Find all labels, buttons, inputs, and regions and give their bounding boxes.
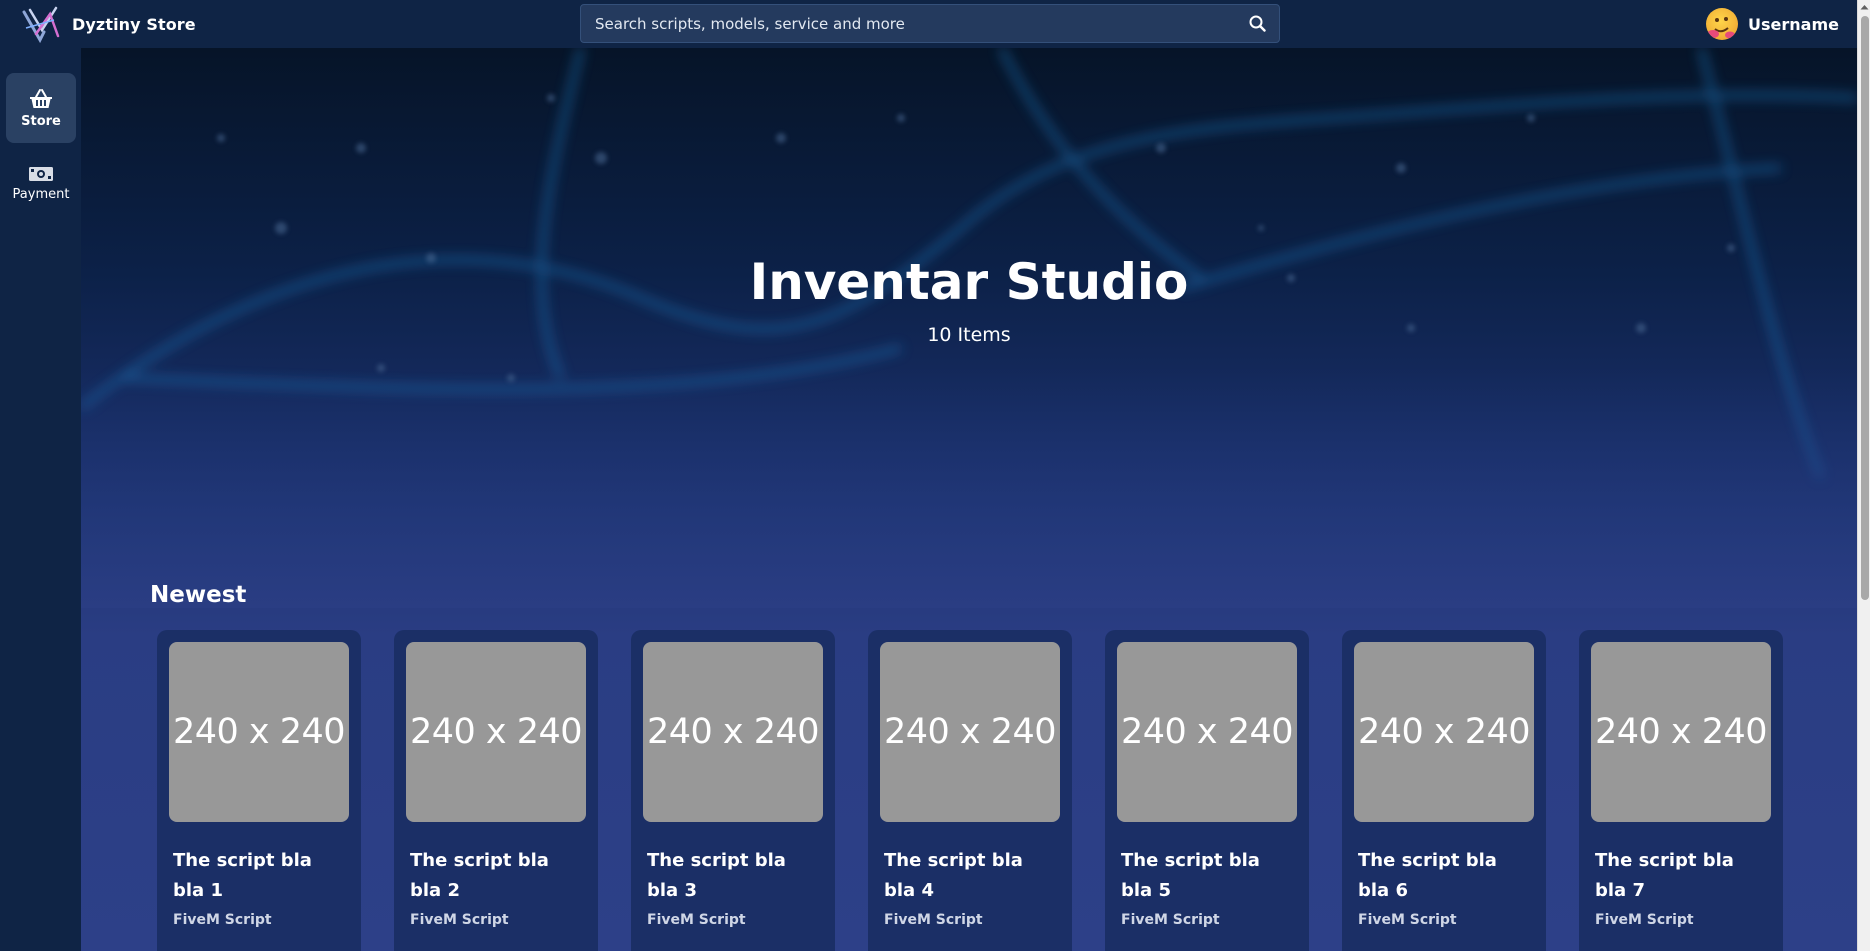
product-category: FiveM Script bbox=[173, 912, 272, 928]
emoji-avatar-icon bbox=[1706, 8, 1739, 40]
username: Username bbox=[1748, 14, 1839, 34]
product-image-placeholder: 240 x 240 bbox=[169, 642, 349, 822]
sidebar-item-store[interactable]: Store bbox=[6, 73, 76, 143]
product-image-placeholder: 240 x 240 bbox=[880, 642, 1060, 822]
main-content: Inventar Studio 10 Items Newest 240 x 24… bbox=[81, 48, 1857, 951]
section-title-newest: Newest bbox=[150, 582, 247, 608]
product-card[interactable]: 240 x 240 The script bla bla 3 FiveM Scr… bbox=[631, 630, 835, 951]
shopping-basket-icon bbox=[30, 88, 52, 108]
brand[interactable]: Dyztiny Store bbox=[20, 4, 196, 44]
product-image-placeholder: 240 x 240 bbox=[1117, 642, 1297, 822]
page-scrollbar[interactable] bbox=[1857, 0, 1870, 951]
product-title: The script bla bla 1 bbox=[173, 850, 312, 901]
scroll-up-arrow-icon[interactable] bbox=[1858, 0, 1870, 14]
user-menu[interactable]: Username bbox=[1706, 6, 1839, 42]
item-count: 10 Items bbox=[927, 324, 1011, 346]
product-card[interactable]: 240 x 240 The script bla bla 4 FiveM Scr… bbox=[868, 630, 1072, 951]
product-category: FiveM Script bbox=[1121, 912, 1220, 928]
product-category: FiveM Script bbox=[1358, 912, 1457, 928]
product-card[interactable]: 240 x 240 The script bla bla 6 FiveM Scr… bbox=[1342, 630, 1546, 951]
product-image-placeholder: 240 x 240 bbox=[1354, 642, 1534, 822]
search-bar bbox=[580, 4, 1280, 43]
sidebar: Store Payment bbox=[0, 48, 81, 951]
product-card[interactable]: 240 x 240 The script bla bla 5 FiveM Scr… bbox=[1105, 630, 1309, 951]
scrollbar-thumb[interactable] bbox=[1861, 16, 1869, 600]
product-image-placeholder: 240 x 240 bbox=[643, 642, 823, 822]
product-category: FiveM Script bbox=[410, 912, 509, 928]
sidebar-item-payment[interactable]: Payment bbox=[6, 148, 76, 218]
product-title: The script bla bla 2 bbox=[410, 850, 549, 901]
sidebar-item-label: Payment bbox=[12, 186, 70, 202]
product-title: The script bla bla 4 bbox=[884, 850, 1023, 901]
product-title: The script bla bla 6 bbox=[1358, 850, 1497, 901]
search-icon bbox=[1249, 15, 1266, 32]
product-image-placeholder: 240 x 240 bbox=[406, 642, 586, 822]
product-category: FiveM Script bbox=[647, 912, 746, 928]
product-category: FiveM Script bbox=[1595, 912, 1694, 928]
product-card[interactable]: 240 x 240 The script bla bla 2 FiveM Scr… bbox=[394, 630, 598, 951]
product-title: The script bla bla 7 bbox=[1595, 850, 1734, 901]
product-title: The script bla bla 5 bbox=[1121, 850, 1260, 901]
product-category: FiveM Script bbox=[884, 912, 983, 928]
product-image-placeholder: 240 x 240 bbox=[1591, 642, 1771, 822]
search-button[interactable] bbox=[1235, 5, 1279, 42]
dyztiny-logo-icon bbox=[22, 6, 60, 44]
search-input[interactable] bbox=[581, 5, 1235, 42]
money-bill-icon bbox=[29, 166, 53, 181]
product-list: 240 x 240 The script bla bla 1 FiveM Scr… bbox=[157, 630, 1797, 951]
store-title: Inventar Studio bbox=[749, 253, 1189, 311]
product-title: The script bla bla 3 bbox=[647, 850, 786, 901]
product-card[interactable]: 240 x 240 The script bla bla 1 FiveM Scr… bbox=[157, 630, 361, 951]
product-card[interactable]: 240 x 240 The script bla bla 7 FiveM Scr… bbox=[1579, 630, 1783, 951]
sidebar-item-label: Store bbox=[21, 113, 61, 129]
top-navbar: Dyztiny Store Username bbox=[0, 0, 1857, 48]
brand-name: Dyztiny Store bbox=[72, 14, 196, 34]
